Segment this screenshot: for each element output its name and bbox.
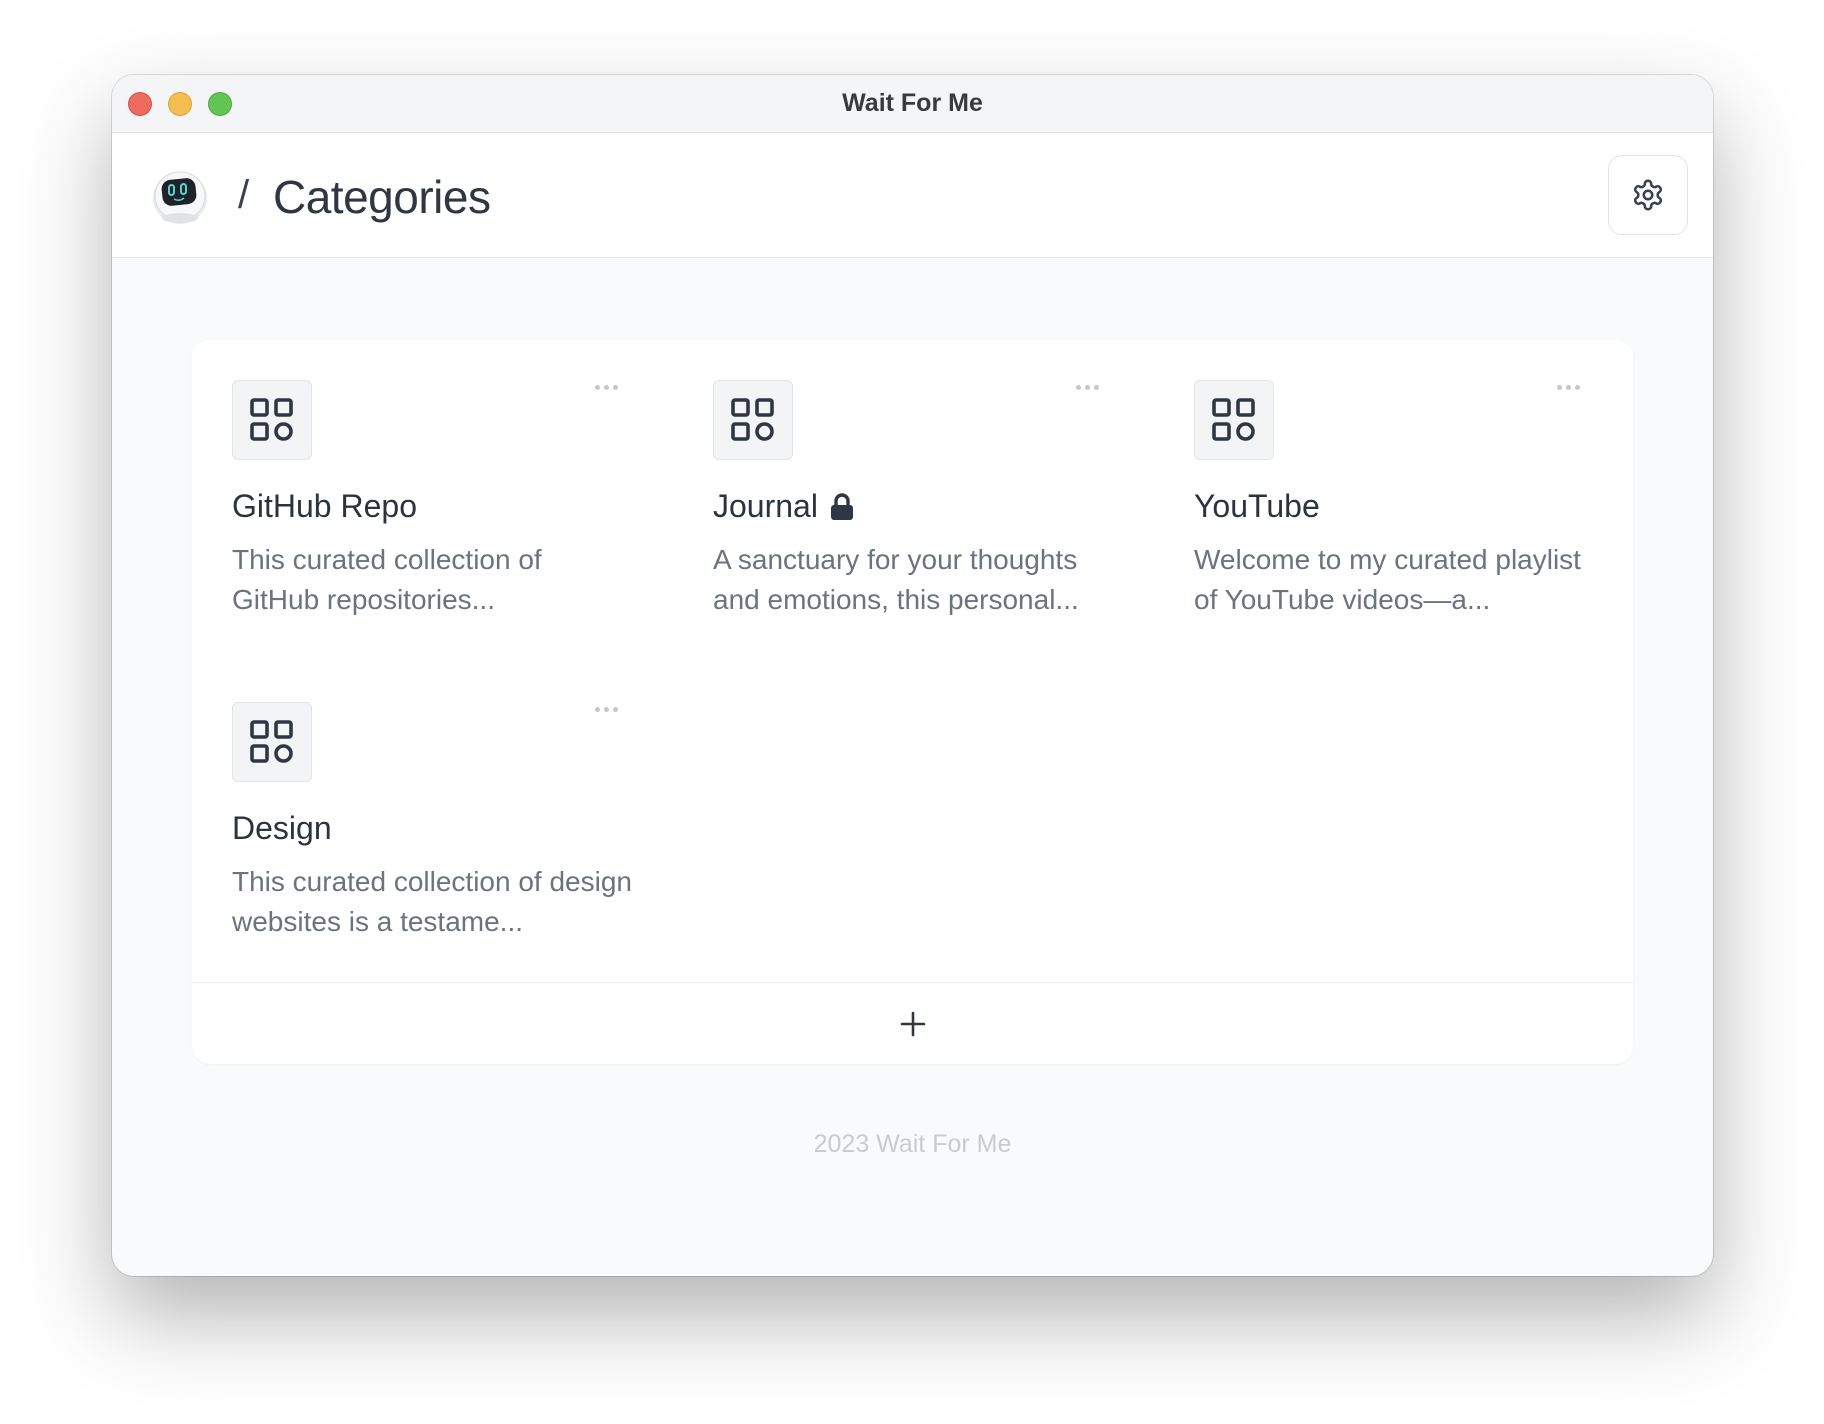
category-card[interactable]: Design This curated collection of design… (192, 662, 632, 942)
categories-panel: GitHub Repo This curated collection of G… (192, 340, 1633, 1064)
breadcrumb-separator: / (238, 173, 250, 217)
grid-icon (250, 720, 293, 763)
category-icon (232, 380, 312, 460)
more-options-button[interactable] (1557, 382, 1587, 392)
category-icon (1194, 380, 1274, 460)
grid-icon (250, 398, 293, 441)
more-options-button[interactable] (595, 382, 625, 392)
lock-icon (830, 492, 853, 520)
traffic-lights (128, 92, 232, 116)
app-window: Wait For Me / Categories GitHub Repo Thi… (112, 75, 1713, 1276)
window-title: Wait For Me (842, 89, 983, 117)
title-bar: Wait For Me (112, 75, 1713, 133)
category-title: YouTube (1194, 488, 1320, 524)
add-category-button[interactable] (192, 983, 1633, 1064)
category-icon (713, 380, 793, 460)
footer-text: 2023 Wait For Me (813, 1130, 1012, 1158)
grid-icon (731, 398, 774, 441)
more-options-button[interactable] (595, 704, 625, 714)
category-card[interactable]: GitHub Repo This curated collection of G… (192, 340, 618, 620)
category-description: Welcome to my curated playlist of YouTub… (1194, 544, 1581, 615)
category-card[interactable]: Journal A sanctuary for your thoughts an… (673, 340, 1099, 620)
settings-button[interactable] (1608, 155, 1688, 235)
category-description: This curated collection of GitHub reposi… (232, 544, 542, 615)
grid-icon (1212, 398, 1255, 441)
avatar-robot-icon[interactable] (150, 166, 212, 228)
category-icon (232, 702, 312, 782)
close-window-button[interactable] (128, 92, 152, 116)
page-header: / Categories (112, 133, 1713, 258)
gear-icon (1633, 179, 1663, 211)
plus-icon (900, 1011, 925, 1036)
category-description: A sanctuary for your thoughts and emotio… (713, 544, 1079, 615)
category-title: GitHub Repo (232, 488, 417, 524)
minimize-window-button[interactable] (168, 92, 192, 116)
zoom-window-button[interactable] (208, 92, 232, 116)
category-card[interactable]: YouTube Welcome to my curated playlist o… (1154, 340, 1581, 620)
category-title: Design (232, 810, 332, 846)
more-options-button[interactable] (1076, 382, 1106, 392)
page-title: Categories (273, 171, 491, 223)
category-description: This curated collection of design websit… (232, 866, 632, 937)
category-title: Journal (713, 488, 854, 525)
